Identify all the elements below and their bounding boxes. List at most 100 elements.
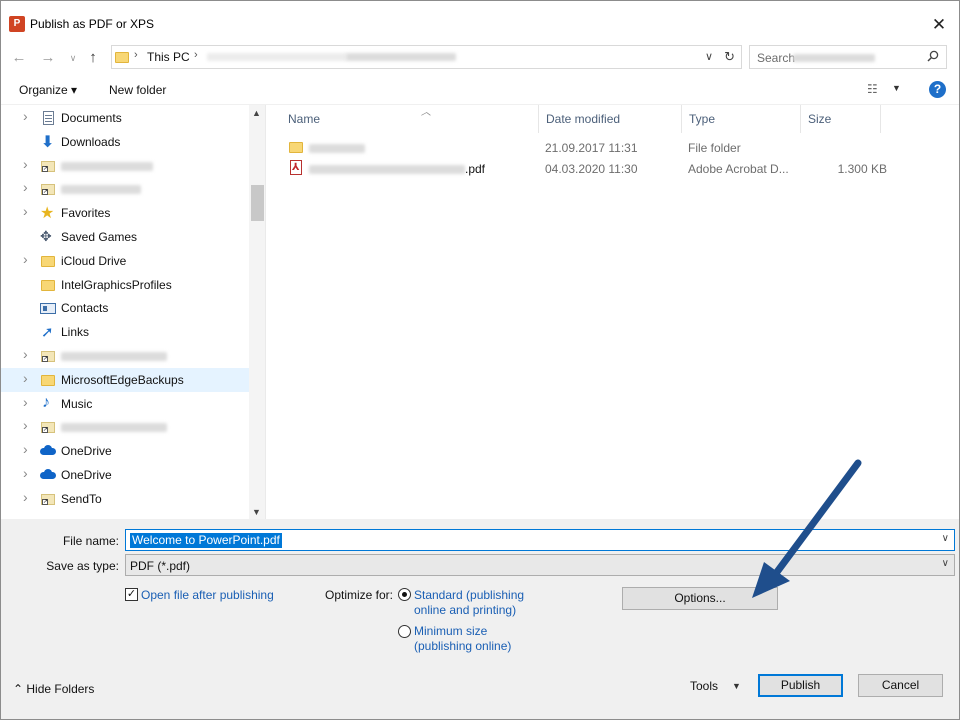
column-header-label: Size <box>808 112 832 126</box>
expand-chevron-icon[interactable]: › <box>23 394 28 410</box>
file-row[interactable]: ⅄ .pdf 04.03.2020 11:30 Adobe Acrobat D... 1… <box>281 158 901 180</box>
tree-item-label: Music <box>61 396 93 411</box>
new-folder-button[interactable]: New folder <box>109 83 166 97</box>
back-button[interactable]: ← <box>9 47 29 69</box>
expand-chevron-icon[interactable]: › <box>23 417 28 433</box>
dialog-footer: File name: Welcome to PowerPoint.pdf ∨ S… <box>1 519 959 719</box>
tree-item[interactable]: ⬇ Downloads <box>1 130 249 154</box>
file-name-input[interactable]: Welcome to PowerPoint.pdf ∨ <box>125 529 955 551</box>
links-icon: ➚ <box>41 324 54 342</box>
open-after-checkbox[interactable]: ✓ <box>125 588 138 601</box>
tree-item[interactable]: › ♪ Music <box>1 392 249 416</box>
options-button[interactable]: Options... <box>622 587 778 610</box>
view-options-icon[interactable]: ☷ <box>867 82 878 96</box>
publish-button[interactable]: Publish <box>758 674 843 697</box>
tree-item-label: OneDrive <box>61 444 112 459</box>
tree-item[interactable]: ➚ Links <box>1 320 249 344</box>
expand-chevron-icon[interactable]: › <box>23 465 28 481</box>
tree-item[interactable]: ✥ Saved Games <box>1 225 249 249</box>
tools-dropdown-icon[interactable]: ▼ <box>732 681 741 691</box>
tree-item[interactable]: › ↗ SendTo <box>1 487 249 511</box>
scroll-up-icon[interactable]: ▲ <box>252 108 261 118</box>
onedrive-icon <box>40 443 56 459</box>
tree-item[interactable]: › ↗ <box>1 154 249 178</box>
folder-icon <box>40 277 56 293</box>
help-icon[interactable]: ? <box>929 81 946 98</box>
minimum-label-line2[interactable]: (publishing online) <box>414 639 511 653</box>
folder-icon <box>288 139 304 155</box>
forward-button[interactable]: → <box>38 47 58 69</box>
tools-menu[interactable]: Tools <box>690 679 718 693</box>
expand-chevron-icon[interactable]: › <box>23 489 28 505</box>
address-bar[interactable]: › This PC › ∨ ↻ <box>111 45 742 69</box>
tree-item[interactable]: › OneDrive <box>1 463 249 487</box>
hide-folders-button[interactable]: ⌃ Hide Folders <box>13 682 94 696</box>
tree-item[interactable]: › iCloud Drive <box>1 249 249 273</box>
expand-chevron-icon[interactable]: › <box>23 156 28 172</box>
command-bar: Organize ▾ New folder ☷ ▼ ? <box>1 77 959 105</box>
tree-item[interactable]: › ↗ <box>1 415 249 439</box>
file-date: 04.03.2020 11:30 <box>545 162 638 176</box>
search-blurred-folder <box>793 54 875 62</box>
column-header-name[interactable]: Name ︿ <box>281 105 539 133</box>
pdf-icon: ⅄ <box>288 160 304 176</box>
standard-label-line2[interactable]: online and printing) <box>414 603 516 617</box>
recent-locations-button[interactable]: ∨ <box>63 47 83 69</box>
navigation-pane[interactable]: › ↗ SendTo › OneDrive › OneDrive › ↗ › ♪ Music › Micr… <box>1 105 266 519</box>
search-box[interactable]: Search <box>749 45 947 69</box>
tree-scrollbar[interactable]: ▲ ▼ <box>249 105 265 519</box>
expand-chevron-icon[interactable]: › <box>23 441 28 457</box>
close-button[interactable]: ✕ <box>919 11 959 39</box>
view-dropdown-icon[interactable]: ▼ <box>892 83 901 93</box>
downloads-icon: ⬇ <box>41 133 55 151</box>
documents-icon <box>40 110 56 126</box>
tree-item[interactable]: › ↗ <box>1 177 249 201</box>
tree-item[interactable]: › ↗ <box>1 344 249 368</box>
tree-item-blurred-label <box>61 423 167 433</box>
expand-chevron-icon[interactable]: › <box>23 108 28 124</box>
expand-chevron-icon[interactable]: › <box>23 251 28 267</box>
tree-item[interactable]: › MicrosoftEdgeBackups <box>1 367 249 392</box>
minimum-label-line1[interactable]: Minimum size <box>414 624 487 638</box>
chevron-down-icon[interactable]: ∨ <box>942 533 949 544</box>
expand-chevron-icon[interactable]: › <box>23 346 28 362</box>
file-name-blurred <box>309 165 465 174</box>
column-header-size[interactable]: Size <box>801 105 881 133</box>
standard-radio[interactable] <box>398 588 411 601</box>
save-type-select[interactable]: PDF (*.pdf) ∨ <box>125 554 955 576</box>
tree-item[interactable]: › OneDrive <box>1 439 249 463</box>
chevron-up-icon: ⌃ <box>13 682 27 696</box>
cancel-button[interactable]: Cancel <box>858 674 943 697</box>
column-header-type[interactable]: Type <box>682 105 801 133</box>
open-after-label[interactable]: Open file after publishing <box>141 588 274 602</box>
expand-chevron-icon[interactable]: › <box>23 203 28 219</box>
expand-chevron-icon[interactable]: › <box>23 370 28 386</box>
tree-item[interactable]: › ★ Favorites <box>1 201 249 225</box>
powerpoint-icon: P <box>9 16 25 32</box>
scrollbar-thumb[interactable] <box>251 185 264 221</box>
tree-item[interactable]: IntelGraphicsProfiles <box>1 273 249 297</box>
expand-chevron-icon[interactable]: › <box>23 179 28 195</box>
close-icon: ✕ <box>931 15 947 34</box>
column-header-date[interactable]: Date modified <box>539 105 682 133</box>
tree-item[interactable]: › Documents <box>1 106 249 130</box>
column-header-label: Date modified <box>546 112 621 126</box>
file-list[interactable]: Name ︿ Date modified Type Size 21.09.201… <box>267 105 959 519</box>
breadcrumb-this-pc[interactable]: This PC <box>147 50 190 64</box>
address-dropdown-icon[interactable]: ∨ <box>705 50 713 63</box>
search-icon <box>927 50 939 62</box>
shortcut-folder-icon: ↗ <box>40 181 56 197</box>
tree-item-label: SendTo <box>61 491 102 506</box>
scroll-down-icon[interactable]: ▼ <box>252 507 261 517</box>
up-button[interactable]: ↑ <box>83 47 103 69</box>
breadcrumb-blurred-folder[interactable] <box>346 53 456 61</box>
tree-item[interactable]: Contacts <box>1 296 249 320</box>
breadcrumb-separator-icon: › <box>134 49 138 61</box>
onedrive-icon <box>40 467 56 483</box>
minimum-size-radio[interactable] <box>398 625 411 638</box>
breadcrumb-separator-icon: › <box>194 49 198 61</box>
refresh-icon[interactable]: ↻ <box>724 49 735 65</box>
organize-menu[interactable]: Organize ▾ <box>19 83 77 97</box>
file-row[interactable]: 21.09.2017 11:31 File folder <box>281 137 901 159</box>
standard-label-line1[interactable]: Standard (publishing <box>414 588 524 602</box>
